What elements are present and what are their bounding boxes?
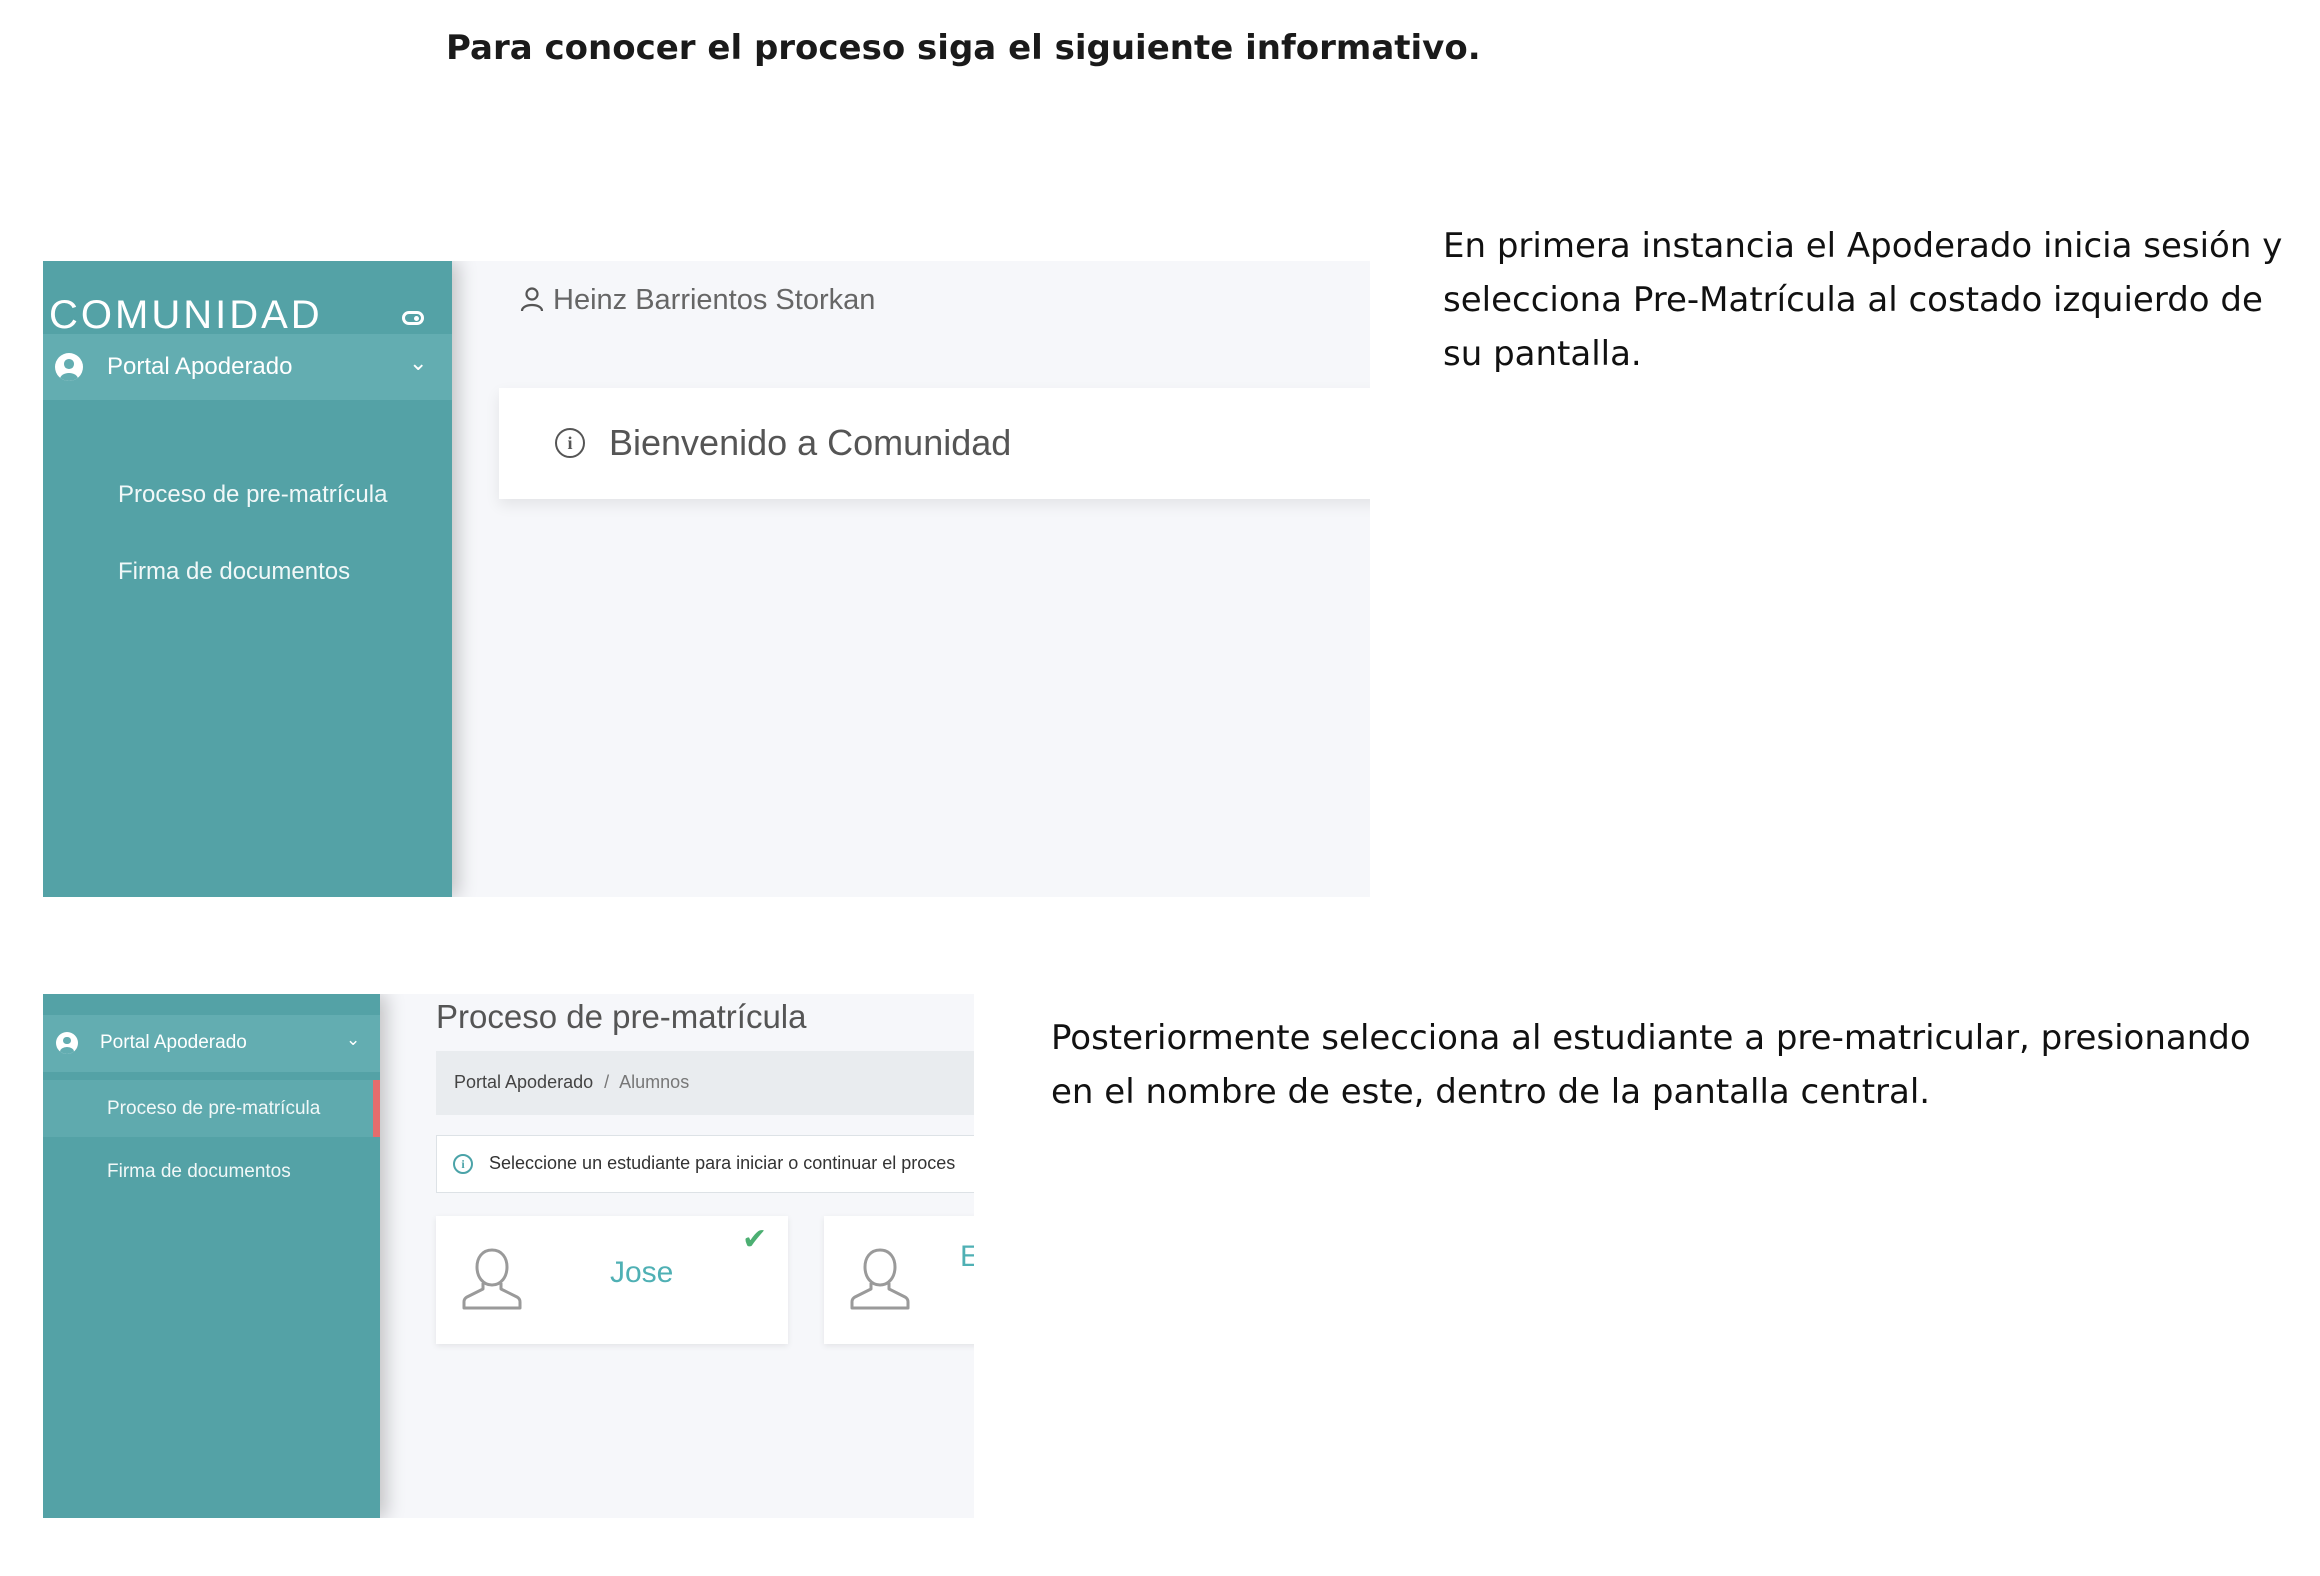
student-card[interactable]: E [824, 1216, 974, 1344]
person-icon [462, 1248, 522, 1310]
sidebar-item-portal-apoderado[interactable]: Portal Apoderado ⌄ [43, 334, 452, 400]
sidebar: COMUNIDAD Portal Apoderado ⌄ Proceso de … [43, 261, 452, 897]
user-icon [520, 287, 544, 312]
person-icon [850, 1248, 910, 1310]
page-title: Proceso de pre-matrícula [436, 998, 807, 1035]
breadcrumb-text: Portal Apoderado / Alumnos [454, 1072, 689, 1093]
welcome-card: i Bienvenido a Comunidad [499, 388, 1370, 499]
sidebar-item-pre-matricula[interactable]: Proceso de pre-matrícula [107, 1098, 320, 1120]
screenshot-student-selection: Portal Apoderado ⌄ Proceso de pre-matríc… [43, 994, 974, 1518]
sidebar-item-firma-documentos[interactable]: Firma de documentos [118, 558, 350, 586]
sidebar-item-portal-apoderado[interactable]: Portal Apoderado ⌄ [43, 1015, 380, 1072]
step1-description: En primera instancia el Apoderado inicia… [1443, 226, 2283, 374]
student-name[interactable]: E [960, 1240, 974, 1274]
page-heading: Para conocer el proceso siga el siguient… [446, 28, 1481, 68]
student-card[interactable]: Jose ✔ [436, 1216, 788, 1344]
breadcrumb: Portal Apoderado / Alumnos [436, 1051, 974, 1115]
breadcrumb-separator: / [604, 1072, 610, 1092]
sidebar-item-pre-matricula[interactable]: Proceso de pre-matrícula [118, 481, 387, 509]
app-logo: COMUNIDAD [49, 293, 323, 337]
alert-text: Seleccione un estudiante para iniciar o … [489, 1153, 956, 1173]
step2-description: Posteriormente selecciona al estudiante … [1051, 1018, 2251, 1112]
breadcrumb-current: Alumnos [619, 1072, 690, 1092]
breadcrumb-root[interactable]: Portal Apoderado [454, 1072, 593, 1092]
user-circle-icon [55, 353, 83, 381]
chevron-down-icon: ⌄ [409, 351, 428, 376]
student-name[interactable]: Jose [610, 1256, 673, 1290]
sidebar-item-label: Portal Apoderado [100, 1032, 247, 1053]
sidebar-item-label: Portal Apoderado [107, 353, 293, 380]
welcome-message: Bienvenido a Comunidad [609, 422, 1012, 463]
chevron-down-icon: ⌄ [346, 1030, 361, 1050]
check-icon: ✔ [742, 1222, 768, 1257]
sidebar-item-firma-documentos[interactable]: Firma de documentos [107, 1161, 291, 1183]
sidebar: Portal Apoderado ⌄ Proceso de pre-matríc… [43, 994, 380, 1518]
active-indicator [373, 1080, 380, 1137]
user-circle-icon [56, 1032, 78, 1054]
info-icon: i [453, 1154, 473, 1174]
sidebar-toggle-icon[interactable] [402, 311, 424, 325]
user-name[interactable]: Heinz Barrientos Storkan [553, 284, 875, 317]
info-alert: i Seleccione un estudiante para iniciar … [436, 1135, 974, 1193]
screenshot-login-dashboard: COMUNIDAD Portal Apoderado ⌄ Proceso de … [43, 261, 1370, 897]
info-icon: i [555, 428, 585, 458]
